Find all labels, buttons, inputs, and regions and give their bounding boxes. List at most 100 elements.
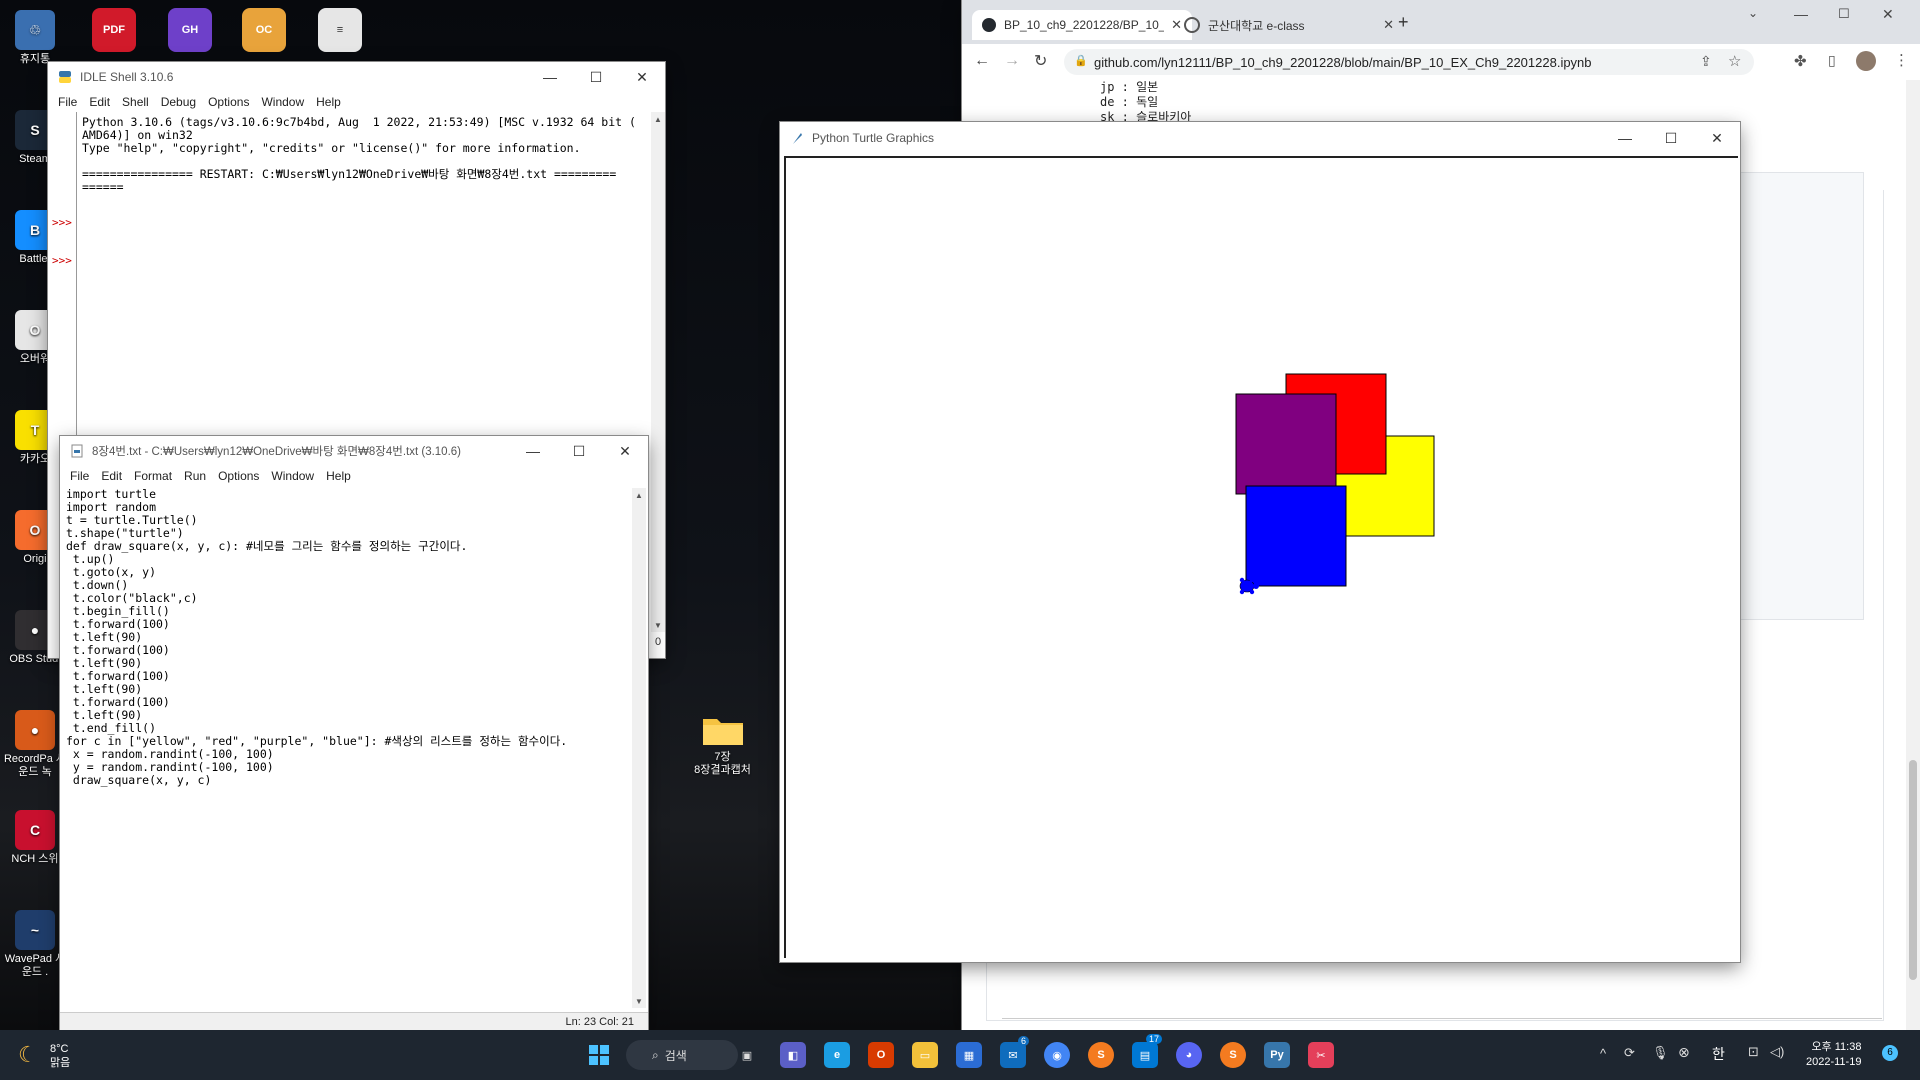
sidepanel-icon[interactable]: ▯ [1828,52,1836,69]
weather-widget[interactable]: 8°C 맑음 [50,1042,70,1070]
browser-tab-github[interactable]: BP_10_ch9_2201228/BP_10_EX_C ✕ [972,10,1192,40]
edge-icon[interactable]: e [824,1042,850,1068]
minimize-button[interactable]: — [510,436,556,466]
menu-item-shell[interactable]: Shell [116,95,155,109]
desktop-app-icon[interactable]: ≡ [318,8,362,52]
feather-icon [793,133,802,144]
code-line: def draw_square(x, y, c): #네모를 그리는 함수를 정… [66,539,468,553]
scroll-up-icon[interactable]: ▲ [651,112,665,126]
editor-code-area[interactable]: import turtle import random t = turtle.Tur… [66,488,626,787]
file-explorer-icon[interactable]: ▭ [912,1042,938,1068]
discord-icon[interactable]: ◕ [1176,1042,1202,1068]
clock[interactable]: 오후 11:38 2022-11-19 [1806,1040,1861,1070]
menu-item-options[interactable]: Options [202,95,255,109]
snipping-tool-icon[interactable]: ✂ [1308,1042,1334,1068]
chrome-icon[interactable]: ◉ [1044,1042,1070,1068]
close-button[interactable]: ✕ [1694,123,1740,153]
editor-scrollbar[interactable]: ▲ ▼ [632,488,646,1008]
extensions-icon[interactable]: ✤ [1794,52,1807,70]
office-icon[interactable]: O [868,1042,894,1068]
menu-item-edit[interactable]: Edit [83,95,116,109]
forward-icon[interactable]: → [1004,52,1020,70]
menu-item-file[interactable]: File [52,95,83,109]
minimize-button[interactable]: — [1602,123,1648,153]
maximize-button[interactable]: ☐ [556,436,602,466]
store-app-icon[interactable]: ▤ [1132,1042,1158,1068]
weather-desc: 맑음 [50,1057,71,1069]
app-s2-icon[interactable]: S [1220,1042,1246,1068]
python-taskbar-icon[interactable]: Py [1264,1042,1290,1068]
volume-icon[interactable]: ◁) [1770,1044,1784,1060]
minimize-button[interactable]: — [1794,6,1808,22]
maximize-button[interactable]: ☐ [573,62,619,92]
shell-prompt: >>> [52,254,72,267]
tab-search-icon[interactable]: ⌄ [1748,6,1758,20]
sync-icon[interactable]: ⟳ [1624,1045,1635,1061]
code-line: t.forward(100) [66,617,170,631]
shell-scrollbar[interactable]: ▲ ▼ [651,112,665,632]
desktop-app-icon[interactable]: OC [242,8,286,52]
task-view-icon[interactable]: ▣ [734,1042,760,1068]
scroll-up-icon[interactable]: ▲ [632,488,646,502]
idle-shell-menubar: File Edit Shell Debug Options Window Help [48,92,665,112]
desktop-icon[interactable]: ♲ 휴지통 [0,10,70,66]
menu-item-window[interactable]: Window [265,469,320,483]
menu-item-edit[interactable]: Edit [95,469,128,483]
menu-item-debug[interactable]: Debug [155,95,202,109]
close-button[interactable]: ✕ [1882,6,1894,23]
minimize-button[interactable]: — [527,62,573,92]
square-blue [1245,485,1347,587]
share-icon[interactable]: ⇪ [1700,53,1712,70]
turtle-window: Python Turtle Graphics — ☐ ✕ [780,122,1740,962]
shell-output[interactable]: Python 3.10.6 (tags/v3.10.6:9c7b4bd, Aug… [82,116,642,194]
maximize-button[interactable]: ☐ [1648,123,1694,153]
scroll-down-icon[interactable]: ▼ [651,618,665,632]
window-title: Python Turtle Graphics [812,131,935,145]
close-button[interactable]: ✕ [619,62,665,92]
browser-tab-eclass[interactable]: 군산대학교 e-class ✕ [1174,10,1404,40]
divider [1002,1018,1882,1019]
reload-icon[interactable]: ↻ [1034,51,1047,71]
app-icon: C [15,810,55,850]
menu-item-options[interactable]: Options [212,469,265,483]
new-tab-button[interactable]: + [1398,12,1409,33]
menu-item-file[interactable]: File [64,469,95,483]
ime-indicator[interactable]: 한 [1712,1044,1725,1064]
tray-chevron-icon[interactable]: ^ [1600,1046,1606,1061]
menu-item-format[interactable]: Format [128,469,178,483]
address-bar[interactable]: 🔒 github.com/lyn12111/BP_10_ch9_2201228/… [1064,49,1754,75]
search-box[interactable]: ⌕ 검색 [626,1040,738,1070]
python-file-icon [71,444,83,458]
clock-date: 2022-11-19 [1806,1056,1862,1068]
desktop-app-icon[interactable]: PDF [92,8,136,52]
close-circle-icon[interactable]: ⊗ [1678,1044,1690,1061]
clock-time: 오후 11:38 [1811,1041,1862,1053]
close-button[interactable]: ✕ [602,436,648,466]
turtle-canvas[interactable] [784,156,1738,958]
mic-icon[interactable]: 🎙 [1652,1045,1669,1061]
back-icon[interactable]: ← [974,52,990,70]
code-line: t.goto(x, y) [66,565,157,579]
menu-item-run[interactable]: Run [178,469,212,483]
teams-icon[interactable]: ◧ [780,1042,806,1068]
bookmark-star-icon[interactable]: ☆ [1728,52,1741,70]
maximize-button[interactable]: ☐ [1838,6,1850,22]
profile-avatar[interactable] [1856,51,1876,71]
menu-item-window[interactable]: Window [255,95,310,109]
menu-item-help[interactable]: Help [310,95,347,109]
network-icon[interactable]: ⊡ [1748,1044,1759,1060]
start-button[interactable] [586,1042,612,1068]
notification-badge[interactable]: 6 [1882,1045,1898,1061]
browser-scrollbar[interactable] [1906,80,1920,1030]
globe-icon [1184,17,1200,33]
store-icon[interactable]: ▦ [956,1042,982,1068]
desktop-folder[interactable]: 7장 8장결과캡처 [685,712,760,777]
mail-badge: 6 [1018,1036,1030,1046]
scroll-thumb[interactable] [1909,760,1917,980]
desktop-app-icon[interactable]: GH [168,8,212,52]
tab-close-icon[interactable]: ✕ [1383,17,1394,33]
menu-kebab-icon[interactable]: ⋮ [1894,51,1909,69]
app-s-icon[interactable]: S [1088,1042,1114,1068]
scroll-down-icon[interactable]: ▼ [632,994,646,1008]
menu-item-help[interactable]: Help [320,469,357,483]
